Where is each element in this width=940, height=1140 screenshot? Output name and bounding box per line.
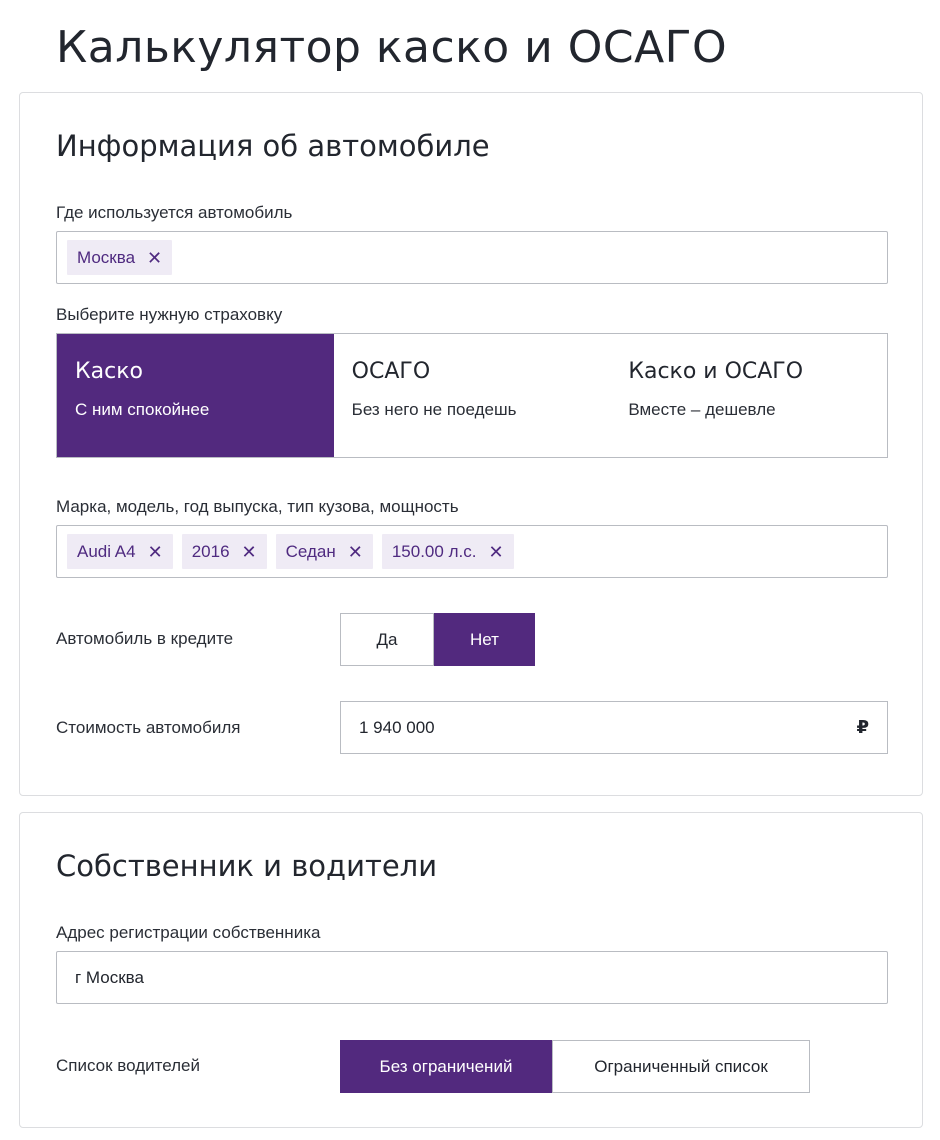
credit-no-button[interactable]: Нет bbox=[434, 613, 535, 666]
insurance-option-kasko[interactable]: Каско С ним спокойнее bbox=[57, 334, 334, 457]
price-label: Стоимость автомобиля bbox=[56, 718, 241, 737]
insurance-option-osago[interactable]: ОСАГО Без него не поедешь bbox=[334, 334, 611, 457]
credit-toggle: Да Нет bbox=[340, 613, 535, 666]
car-input[interactable]: Audi A4 ✕ 2016 ✕ Седан ✕ 150.00 л.с. ✕ bbox=[56, 525, 888, 578]
insurance-type-selector: Каско С ним спокойнее ОСАГО Без него не … bbox=[56, 333, 888, 458]
close-icon[interactable]: ✕ bbox=[242, 543, 257, 561]
credit-yes-button[interactable]: Да bbox=[340, 613, 434, 666]
drivers-toggle: Без ограничений Ограниченный список bbox=[340, 1040, 810, 1093]
location-tag: Москва ✕ bbox=[67, 240, 173, 275]
section-title-owner: Собственник и водители bbox=[56, 849, 438, 883]
credit-label: Автомобиль в кредите bbox=[56, 629, 234, 648]
car-tag-body: Седан ✕ bbox=[275, 534, 373, 569]
car-tag-power: 150.00 л.с. ✕ bbox=[381, 534, 514, 569]
drivers-label: Список водителей bbox=[56, 1056, 200, 1075]
location-label: Где используется автомобиль bbox=[56, 203, 293, 222]
location-input[interactable]: Москва ✕ bbox=[56, 231, 888, 284]
car-info-card: Информация об автомобиле Где используетс… bbox=[19, 92, 923, 796]
price-input[interactable]: 1 940 000 ₽ bbox=[340, 701, 888, 754]
price-value: 1 940 000 bbox=[359, 717, 435, 737]
insurance-label: Выберите нужную страховку bbox=[56, 305, 283, 324]
address-label: Адрес регистрации собственника bbox=[56, 923, 321, 942]
page-title: Калькулятор каско и ОСАГО bbox=[56, 22, 728, 73]
car-tag-model: Audi A4 ✕ bbox=[67, 534, 173, 569]
ruble-icon: ₽ bbox=[856, 717, 869, 737]
drivers-limited-button[interactable]: Ограниченный список bbox=[552, 1040, 810, 1093]
insurance-option-kasko-osago[interactable]: Каско и ОСАГО Вместе – дешевле bbox=[610, 334, 887, 457]
car-tag-year: 2016 ✕ bbox=[181, 534, 267, 569]
close-icon[interactable]: ✕ bbox=[147, 249, 162, 267]
drivers-unlimited-button[interactable]: Без ограничений bbox=[340, 1040, 552, 1093]
car-label: Марка, модель, год выпуска, тип кузова, … bbox=[56, 497, 459, 516]
close-icon[interactable]: ✕ bbox=[148, 543, 163, 561]
close-icon[interactable]: ✕ bbox=[488, 543, 503, 561]
address-value: г Москва bbox=[75, 967, 144, 987]
address-input[interactable]: г Москва bbox=[56, 951, 888, 1004]
section-title-car-info: Информация об автомобиле bbox=[56, 129, 490, 163]
close-icon[interactable]: ✕ bbox=[348, 543, 363, 561]
owner-card: Собственник и водители Адрес регистрации… bbox=[19, 812, 923, 1128]
